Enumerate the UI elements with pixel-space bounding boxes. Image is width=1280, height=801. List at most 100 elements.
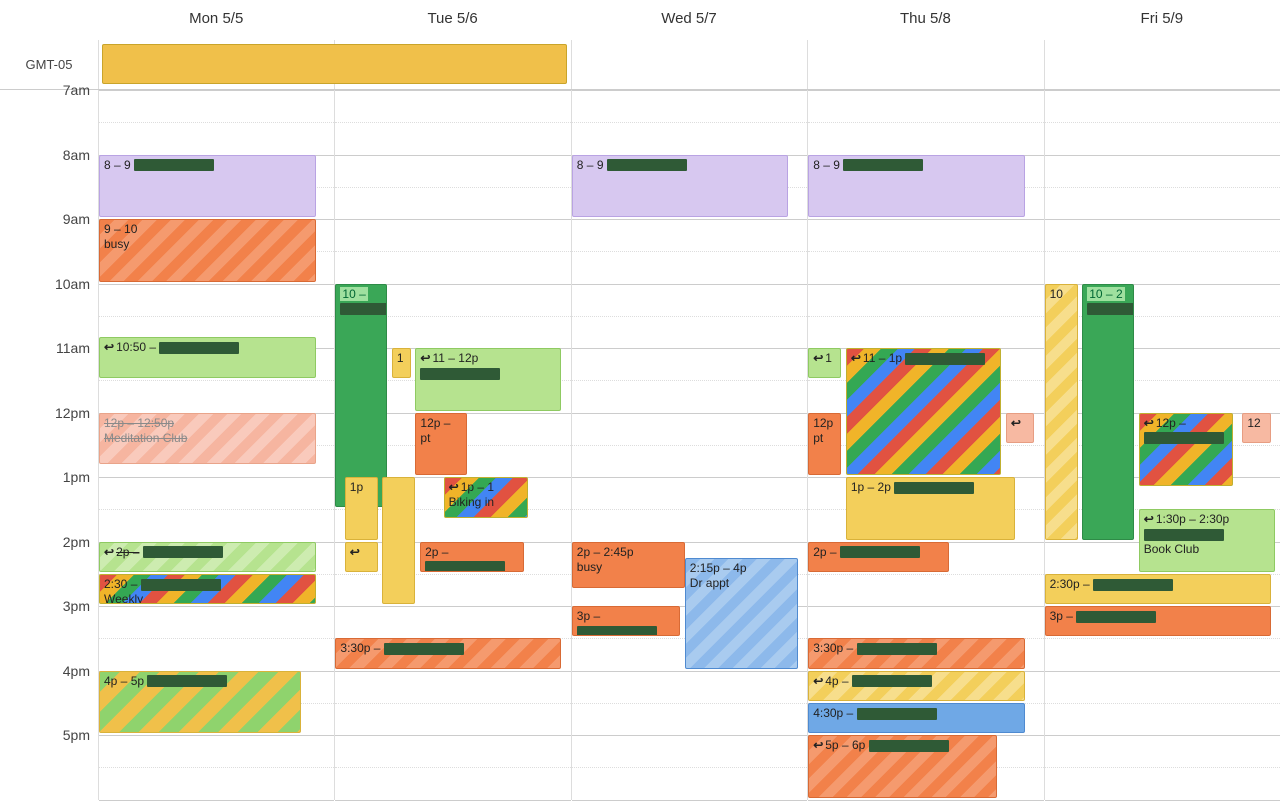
calendar-event[interactable]: 2:15p – 4p Dr appt xyxy=(685,558,798,669)
allday-row xyxy=(98,40,1280,90)
event-time: 12 xyxy=(1247,416,1260,430)
calendar-event[interactable]: ↩ xyxy=(345,542,378,572)
allday-event[interactable] xyxy=(102,44,567,84)
reply-icon: ↩ xyxy=(1144,416,1154,431)
reply-icon: ↩ xyxy=(350,545,360,560)
event-time: 2:30 – xyxy=(104,577,137,591)
day-header[interactable]: Tue 5/6 xyxy=(334,0,570,40)
event-time: 11 – 1p xyxy=(863,351,902,365)
reply-icon: ↩ xyxy=(1144,512,1154,527)
calendar-event[interactable]: ↩ xyxy=(1006,413,1034,443)
event-time: 9 – 10 xyxy=(104,222,137,236)
calendar-event[interactable]: 8 – 9 xyxy=(572,155,789,218)
calendar-event[interactable]: 2:30 – Weekly xyxy=(99,574,316,604)
hour-label: 9am xyxy=(63,211,90,227)
calendar-event[interactable]: ↩1p – 1 Biking in xyxy=(444,477,529,518)
allday-cell[interactable] xyxy=(807,40,1043,89)
calendar-event[interactable]: ↩4p – xyxy=(808,671,1025,701)
calendar-event[interactable]: ↩11 – 12p xyxy=(415,348,561,411)
day-column[interactable]: 8 – 9 ↩1 ↩11 – 1p 12p pt↩1p – 2p 2p – 3:… xyxy=(807,90,1043,800)
event-time: 1p – 2p xyxy=(851,480,891,494)
event-time: 2p – xyxy=(116,545,139,559)
calendar-event[interactable]: 2p – xyxy=(808,542,949,572)
redacted-title xyxy=(857,643,937,655)
event-title: Dr appt xyxy=(690,576,793,591)
hour-label: 3pm xyxy=(63,598,90,614)
day-column[interactable]: 8 – 9 9 – 10 busy ↩10:50 – 12p – 12:50p M… xyxy=(98,90,334,800)
calendar-event[interactable]: 1p xyxy=(345,477,378,540)
event-time: 12p – xyxy=(420,416,450,430)
event-title: pt xyxy=(420,431,462,446)
event-time: 3:30p – xyxy=(340,641,380,655)
calendar-event[interactable]: 12 xyxy=(1242,413,1270,443)
reply-icon: ↩ xyxy=(813,738,823,753)
event-time: 10 xyxy=(1050,287,1063,301)
reply-icon: ↩ xyxy=(851,351,861,366)
hour-label: 12pm xyxy=(55,405,90,421)
event-time: 12p xyxy=(813,416,833,430)
calendar-event[interactable]: 8 – 9 xyxy=(99,155,316,218)
calendar-event[interactable]: ↩5p – 6p xyxy=(808,735,996,798)
calendar-event[interactable]: 2p – xyxy=(420,542,524,572)
event-time: 3:30p – xyxy=(813,641,853,655)
redacted-title xyxy=(843,159,923,171)
events-grid[interactable]: 8 – 9 9 – 10 busy↩10:50 – 12p – 12:50p M… xyxy=(98,90,1280,800)
event-time: 1p xyxy=(350,480,363,494)
calendar-event[interactable]: 10 – xyxy=(335,284,387,508)
day-header[interactable]: Fri 5/9 xyxy=(1044,0,1280,40)
calendar-event[interactable]: ↩11 – 1p xyxy=(846,348,1001,475)
calendar-event[interactable]: 1p – 2p xyxy=(846,477,1015,540)
redacted-title xyxy=(852,675,932,687)
day-header[interactable]: Wed 5/7 xyxy=(571,0,807,40)
calendar-event[interactable]: 3p – xyxy=(572,606,680,636)
calendar-event[interactable]: 9 – 10 busy xyxy=(99,219,316,282)
calendar-event[interactable]: 3:30p – xyxy=(808,638,1025,668)
allday-cell[interactable] xyxy=(571,40,807,89)
event-time: 12p – xyxy=(1156,416,1186,430)
day-column[interactable]: 10 – 1 ↩11 – 12p 12p – pt 1p ↩1p – 1 Biki… xyxy=(334,90,570,800)
calendar-event[interactable]: 8 – 9 xyxy=(808,155,1025,218)
calendar-event[interactable]: 3:30p – xyxy=(335,638,561,668)
reply-icon: ↩ xyxy=(813,674,823,689)
calendar-event[interactable]: 12p – pt xyxy=(415,413,467,476)
hour-label: 2pm xyxy=(63,534,90,550)
calendar-week-view: GMT-05 Mon 5/5Tue 5/6Wed 5/7Thu 5/8Fri 5… xyxy=(0,0,1280,800)
calendar-event[interactable]: ↩12p – xyxy=(1139,413,1233,486)
day-column[interactable]: 10 10 – 2 ↩12p – 12 ↩1:30p – 2:30p Book … xyxy=(1044,90,1280,800)
hour-label: 4pm xyxy=(63,663,90,679)
redacted-title xyxy=(840,546,920,558)
calendar-event[interactable]: 10 xyxy=(1045,284,1078,540)
calendar-event[interactable]: 1 xyxy=(392,348,411,378)
redacted-title xyxy=(384,643,464,655)
calendar-event[interactable]: ↩1 xyxy=(808,348,841,378)
event-time: 3p – xyxy=(577,609,600,623)
calendar-event[interactable]: ↩10:50 – xyxy=(99,337,316,378)
calendar-event[interactable]: 2:30p – xyxy=(1045,574,1271,604)
hour-label: 11am xyxy=(56,340,90,356)
calendar-event[interactable]: 12p – 12:50p Meditation Club xyxy=(99,413,316,465)
calendar-event[interactable] xyxy=(382,477,415,604)
day-column[interactable]: 8 – 9 2p – 2:45p busy2:15p – 4p Dr appt 3… xyxy=(571,90,807,800)
day-header[interactable]: Mon 5/5 xyxy=(98,0,334,40)
allday-cell[interactable] xyxy=(1044,40,1280,89)
calendar-event[interactable]: 4:30p – xyxy=(808,703,1025,733)
calendar-event[interactable]: ↩1:30p – 2:30p Book Club xyxy=(1139,509,1276,572)
hour-label: 5pm xyxy=(63,727,90,743)
event-time: 10:50 – xyxy=(116,340,156,354)
redacted-title xyxy=(905,353,985,365)
calendar-event[interactable]: 3p – xyxy=(1045,606,1271,636)
event-time: 1 xyxy=(825,351,832,365)
calendar-event[interactable]: 2p – 2:45p busy xyxy=(572,542,685,588)
event-time: 1 xyxy=(397,351,404,365)
calendar-event[interactable]: 12p pt xyxy=(808,413,841,476)
hour-label: 10am xyxy=(55,276,90,292)
event-time: 3p – xyxy=(1050,609,1073,623)
calendar-event[interactable]: 4p – 5p xyxy=(99,671,301,734)
redacted-title xyxy=(340,303,387,315)
calendar-event[interactable]: ↩2p – xyxy=(99,542,316,572)
event-title: busy xyxy=(577,560,680,575)
calendar-event[interactable]: 10 – 2 xyxy=(1082,284,1134,540)
hour-label: 1pm xyxy=(63,469,90,485)
day-header[interactable]: Thu 5/8 xyxy=(807,0,1043,40)
redacted-title xyxy=(607,159,687,171)
